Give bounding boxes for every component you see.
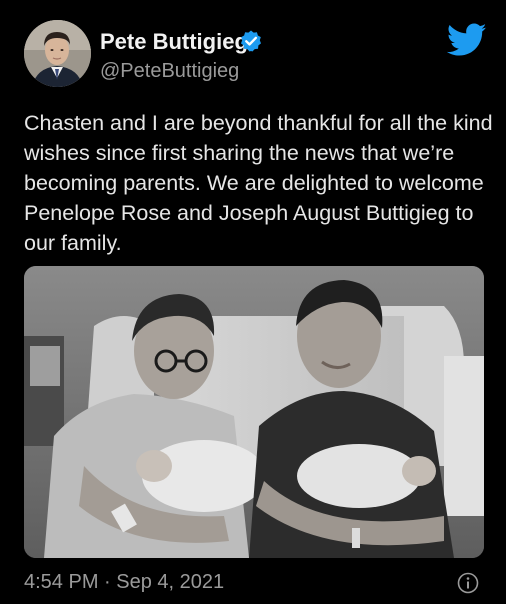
avatar-image — [24, 20, 91, 87]
tweet-text: Chasten and I are beyond thankful for al… — [24, 111, 493, 255]
photo-image — [24, 266, 484, 558]
verified-badge-icon — [241, 30, 261, 52]
info-icon[interactable] — [457, 572, 479, 594]
avatar[interactable] — [24, 20, 91, 87]
author-name[interactable]: Pete Buttigieg — [100, 29, 248, 55]
twitter-bird-icon[interactable] — [447, 23, 487, 57]
tweet-timestamp[interactable]: 4:54 PM · Sep 4, 2021 — [24, 571, 224, 594]
author-handle[interactable]: @PeteButtigieg — [100, 60, 239, 83]
tweet-photo[interactable] — [24, 266, 484, 558]
